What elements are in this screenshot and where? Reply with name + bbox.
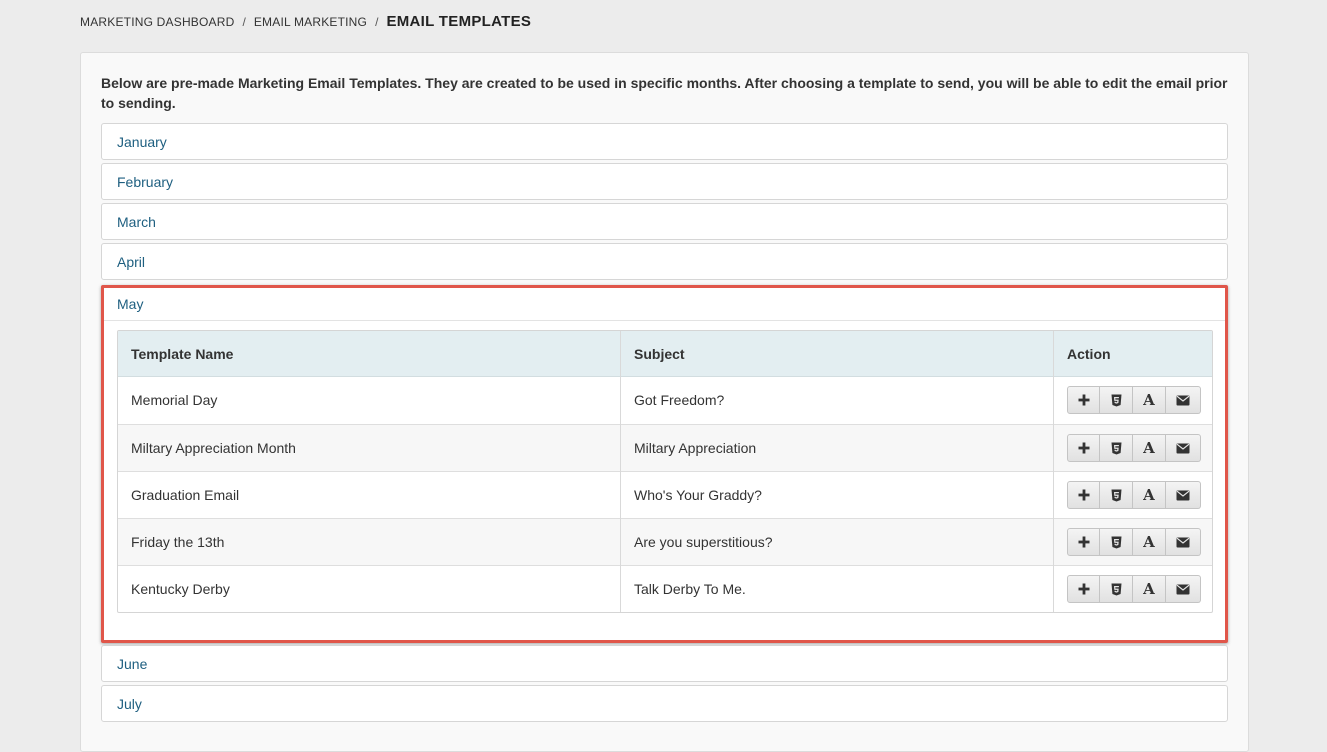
month-june[interactable]: June: [101, 645, 1228, 682]
column-divider: [620, 331, 621, 612]
table-row: Memorial Day Got Freedom? A: [118, 377, 1212, 424]
html-button[interactable]: [1100, 481, 1133, 509]
month-february[interactable]: February: [101, 163, 1228, 200]
month-label[interactable]: April: [117, 254, 145, 270]
month-label[interactable]: January: [117, 134, 167, 150]
header-action: Action: [1067, 346, 1111, 362]
font-icon: A: [1143, 533, 1155, 551]
table-header: Template Name Subject Action: [118, 331, 1212, 377]
breadcrumb-separator: /: [242, 15, 246, 29]
add-button[interactable]: [1067, 528, 1100, 556]
plus-icon: [1078, 489, 1089, 501]
month-april[interactable]: April: [101, 243, 1228, 280]
add-button[interactable]: [1067, 575, 1100, 603]
send-email-button[interactable]: [1166, 386, 1201, 414]
send-email-button[interactable]: [1166, 528, 1201, 556]
font-icon: A: [1143, 391, 1155, 409]
envelope-icon: [1176, 443, 1190, 453]
html5-icon: [1111, 583, 1121, 595]
envelope-icon: [1176, 490, 1190, 500]
text-button[interactable]: A: [1133, 575, 1166, 603]
html5-icon: [1111, 536, 1121, 548]
action-button-group: A: [1067, 434, 1201, 462]
html5-icon: [1111, 489, 1121, 501]
action-button-group: A: [1067, 481, 1201, 509]
add-button[interactable]: [1067, 434, 1100, 462]
page-title: EMAIL TEMPLATES: [386, 13, 532, 30]
header-template-name: Template Name: [131, 346, 234, 362]
table-row: Friday the 13th Are you superstitious? A: [118, 518, 1212, 565]
plus-icon: [1078, 394, 1089, 406]
font-icon: A: [1143, 580, 1155, 598]
table-row: Kentucky Derby Talk Derby To Me. A: [118, 565, 1212, 612]
table-row: Graduation Email Who's Your Graddy? A: [118, 471, 1212, 518]
month-label[interactable]: March: [117, 214, 156, 230]
table-row: Miltary Appreciation Month Miltary Appre…: [118, 424, 1212, 471]
action-button-group: A: [1067, 575, 1201, 603]
font-icon: A: [1143, 486, 1155, 504]
template-name: Memorial Day: [131, 392, 218, 408]
template-subject: Miltary Appreciation: [634, 440, 757, 456]
add-button[interactable]: [1067, 481, 1100, 509]
send-email-button[interactable]: [1166, 481, 1201, 509]
html5-icon: [1111, 394, 1121, 406]
month-label[interactable]: June: [117, 656, 147, 672]
intro-text: Below are pre-made Marketing Email Templ…: [101, 75, 1228, 111]
text-button[interactable]: A: [1133, 386, 1166, 414]
breadcrumb-email-marketing[interactable]: EMAIL MARKETING: [254, 15, 367, 29]
month-label[interactable]: July: [117, 696, 142, 712]
plus-icon: [1078, 583, 1089, 595]
month-july[interactable]: July: [101, 685, 1228, 722]
text-button[interactable]: A: [1133, 528, 1166, 556]
font-icon: A: [1143, 439, 1155, 457]
templates-table: Template Name Subject Action Memorial Da…: [117, 330, 1213, 613]
text-button[interactable]: A: [1133, 434, 1166, 462]
month-label[interactable]: May: [117, 296, 143, 312]
plus-icon: [1078, 536, 1089, 548]
divider: [104, 320, 1225, 321]
action-button-group: A: [1067, 386, 1201, 414]
html-button[interactable]: [1100, 434, 1133, 462]
template-subject: Are you superstitious?: [634, 534, 773, 550]
action-button-group: A: [1067, 528, 1201, 556]
html5-icon: [1111, 442, 1121, 454]
template-name: Graduation Email: [131, 487, 240, 503]
text-button[interactable]: A: [1133, 481, 1166, 509]
envelope-icon: [1176, 584, 1190, 594]
html-button[interactable]: [1100, 528, 1133, 556]
month-may-expanded: May Template Name Subject Action Memoria…: [101, 285, 1228, 643]
html-button[interactable]: [1100, 575, 1133, 603]
add-button[interactable]: [1067, 386, 1100, 414]
envelope-icon: [1176, 537, 1190, 547]
send-email-button[interactable]: [1166, 434, 1201, 462]
month-label[interactable]: February: [117, 174, 173, 190]
html-button[interactable]: [1100, 386, 1133, 414]
template-subject: Got Freedom?: [634, 392, 725, 408]
header-subject: Subject: [634, 346, 685, 362]
template-subject: Talk Derby To Me.: [634, 581, 746, 597]
template-name: Miltary Appreciation Month: [131, 440, 296, 456]
envelope-icon: [1176, 395, 1190, 405]
breadcrumb-marketing-dashboard[interactable]: MARKETING DASHBOARD: [80, 15, 235, 29]
template-subject: Who's Your Graddy?: [634, 487, 762, 503]
template-name: Friday the 13th: [131, 534, 225, 550]
month-march[interactable]: March: [101, 203, 1228, 240]
breadcrumb: MARKETING DASHBOARD / EMAIL MARKETING / …: [80, 13, 531, 30]
month-january[interactable]: January: [101, 123, 1228, 160]
send-email-button[interactable]: [1166, 575, 1201, 603]
template-name: Kentucky Derby: [131, 581, 230, 597]
plus-icon: [1078, 442, 1089, 454]
column-divider: [1053, 331, 1054, 612]
breadcrumb-separator: /: [375, 15, 379, 29]
